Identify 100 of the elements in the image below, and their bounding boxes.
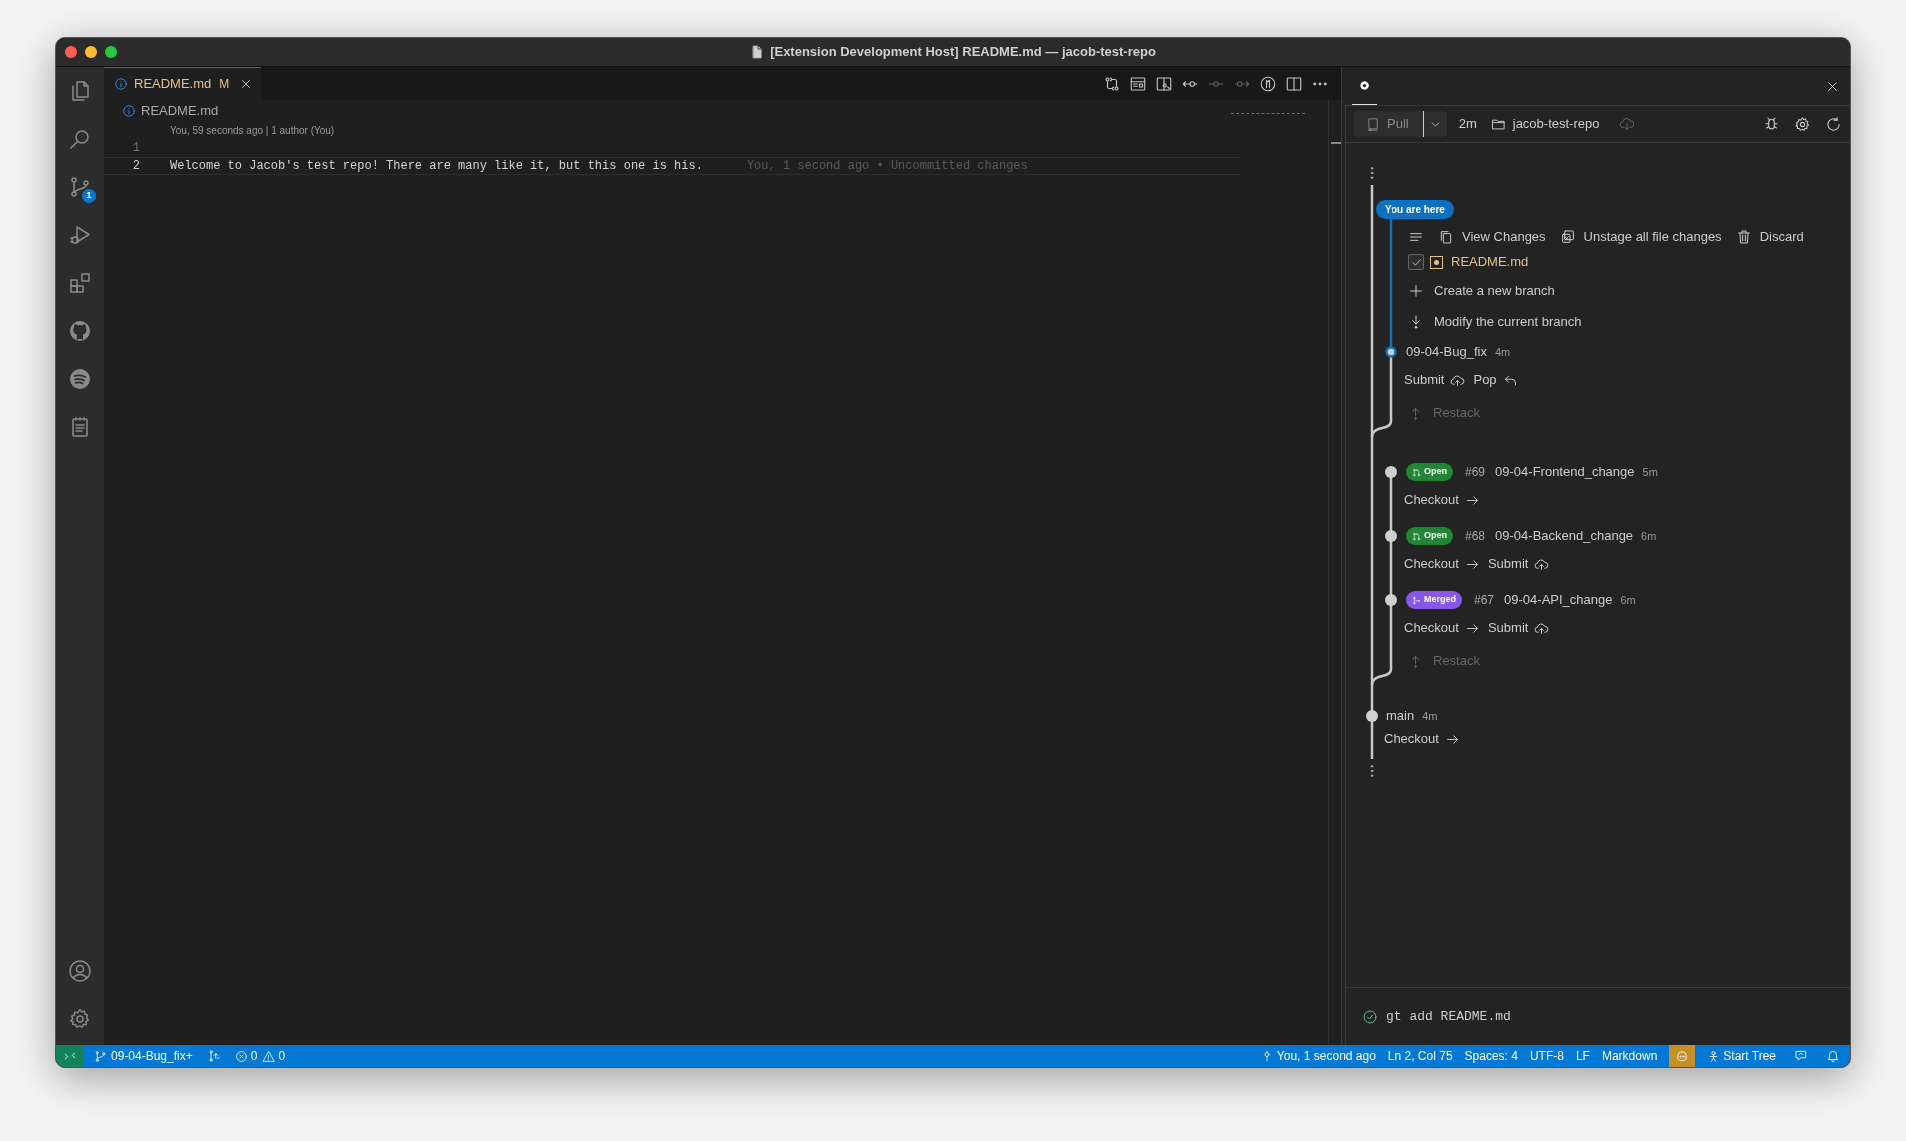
pop-link[interactable]: Pop <box>1473 370 1518 390</box>
start-tree-button[interactable]: Start Tree <box>1707 1047 1776 1065</box>
pull-request-icon <box>1412 531 1421 541</box>
notification-badge: 1 <box>82 189 96 203</box>
settings-icon[interactable] <box>1794 115 1811 133</box>
checkbox[interactable] <box>1408 254 1424 270</box>
status-item[interactable]: Ln 2, Col 75 <box>1387 1047 1453 1065</box>
you-are-here-badge: You are here <box>1376 199 1454 219</box>
pr-status: Merged <box>1424 593 1456 607</box>
copilot-button[interactable] <box>1669 1045 1696 1067</box>
warning-icon <box>262 1049 276 1063</box>
folder-icon <box>1490 116 1506 132</box>
preview-icon[interactable] <box>1129 74 1147 93</box>
branch-age: 6m <box>1641 528 1657 544</box>
pr-number[interactable]: #69 <box>1465 463 1486 481</box>
inline-blame: You, 1 second ago • Uncommitted changes <box>746 158 1028 175</box>
action-link[interactable]: Unstage all file changes <box>1559 227 1722 247</box>
branch-name[interactable]: 09-04-Bug_fix <box>1406 342 1487 362</box>
compare-changes-icon[interactable] <box>1103 74 1121 93</box>
breadcrumb[interactable]: README.md <box>141 101 219 121</box>
line-number: 1 <box>131 140 140 157</box>
github-icon[interactable] <box>68 319 92 343</box>
notifications-icon[interactable] <box>1826 1049 1840 1063</box>
command-log: gt add README.md <box>1386 1007 1511 1026</box>
source-control-icon[interactable] <box>68 175 92 199</box>
editor-tab[interactable]: README.md M <box>104 67 262 100</box>
info-icon <box>122 104 136 118</box>
branch-name[interactable]: main <box>1386 706 1415 726</box>
run-debug-icon[interactable] <box>68 223 92 247</box>
cloud-upload-icon <box>1534 556 1550 572</box>
spotify-icon[interactable] <box>68 367 92 391</box>
status-item[interactable]: Markdown <box>1601 1047 1658 1065</box>
pr-status: Open <box>1424 465 1447 479</box>
checkout-link[interactable]: Checkout <box>1404 554 1480 574</box>
warning-count: 0 <box>278 1048 286 1065</box>
blame-status[interactable]: You, 1 second ago <box>1260 1047 1376 1065</box>
unstage-icon <box>1559 229 1576 245</box>
undo-icon <box>1502 372 1518 388</box>
status-item[interactable]: UTF-8 <box>1529 1047 1564 1065</box>
cloud-upload-icon <box>1534 620 1550 636</box>
blame-header[interactable]: You, 59 seconds ago | 1 author (You) <box>170 123 335 138</box>
problems-status[interactable]: 0 0 <box>234 1047 286 1065</box>
account-icon[interactable] <box>68 959 92 983</box>
extensions-icon[interactable] <box>68 271 92 295</box>
pr-status: Open <box>1424 529 1447 543</box>
zoom-window-button[interactable] <box>105 46 117 58</box>
branch-age: 5m <box>1642 464 1658 480</box>
feedback-icon[interactable] <box>1794 1049 1808 1063</box>
branch-status[interactable]: 09-04-Bug_fix+ <box>94 1047 193 1065</box>
trash-icon <box>1735 229 1752 245</box>
split-editor-icon[interactable] <box>1285 74 1303 93</box>
submit-link[interactable]: Submit <box>1404 370 1466 390</box>
robot-icon <box>1675 1049 1690 1063</box>
branch-age: 4m <box>1494 344 1511 360</box>
status-item[interactable]: Spaces: 4 <box>1464 1047 1518 1065</box>
branch-name[interactable]: 09-04-API_change <box>1504 590 1613 610</box>
submit-link[interactable]: Submit <box>1487 618 1550 638</box>
sync-age: 2m <box>1458 115 1477 134</box>
repo-name[interactable]: jacob-test-repo <box>1512 114 1600 134</box>
action-link[interactable]: Create a new branch <box>1408 281 1555 301</box>
info-icon <box>114 77 128 91</box>
book-icon <box>1366 116 1381 132</box>
branch-name[interactable]: 09-04-Backend_change <box>1495 526 1634 546</box>
window-title: [Extension Development Host] README.md — jacob-test-repo <box>770 43 1156 62</box>
checkout-link[interactable]: Checkout <box>1384 729 1460 749</box>
logo-icon <box>1358 79 1371 92</box>
submit-link[interactable]: Submit <box>1487 554 1550 574</box>
sync-icon[interactable] <box>206 1049 221 1063</box>
copy-icon <box>1438 229 1454 245</box>
plus-icon <box>1408 283 1424 299</box>
code-line: Welcome to Jacob's test repo! There are many like it, but this one is his. <box>170 158 703 175</box>
error-icon <box>234 1049 248 1063</box>
preview-side-icon[interactable] <box>1155 74 1173 93</box>
pull-request-icon <box>1412 467 1421 477</box>
status-item[interactable]: LF <box>1575 1047 1590 1065</box>
merge-icon <box>1412 595 1421 605</box>
tab-label: README.md <box>134 75 212 94</box>
checkout-link[interactable]: Checkout <box>1404 618 1480 638</box>
close-window-button[interactable] <box>65 46 77 58</box>
branch-name[interactable]: 09-04-Frontend_change <box>1495 462 1635 482</box>
branch-age: 4m <box>1422 708 1438 724</box>
pr-number[interactable]: #67 <box>1474 591 1495 609</box>
search-icon[interactable] <box>68 127 92 151</box>
error-count: 0 <box>250 1048 258 1065</box>
pr-number[interactable]: #68 <box>1465 527 1486 545</box>
file-name[interactable]: README.md <box>1451 252 1529 272</box>
modified-file-icon <box>1430 255 1443 269</box>
checkout-link[interactable]: Checkout <box>1404 490 1480 510</box>
settings-icon[interactable] <box>68 1007 92 1031</box>
line-number: 2 <box>131 158 140 175</box>
remote-icon <box>63 1049 77 1063</box>
remote-button[interactable] <box>56 1045 84 1067</box>
action-link[interactable]: View Changes <box>1438 227 1546 247</box>
minimize-window-button[interactable] <box>85 46 97 58</box>
timeline-icon[interactable] <box>1259 74 1277 93</box>
cloud-upload-icon <box>1450 372 1466 388</box>
action-link[interactable]: Discard <box>1735 227 1804 247</box>
refresh-icon[interactable] <box>1825 115 1842 133</box>
modified-indicator: M <box>219 76 230 93</box>
action-link[interactable]: Modify the current branch <box>1408 312 1582 332</box>
